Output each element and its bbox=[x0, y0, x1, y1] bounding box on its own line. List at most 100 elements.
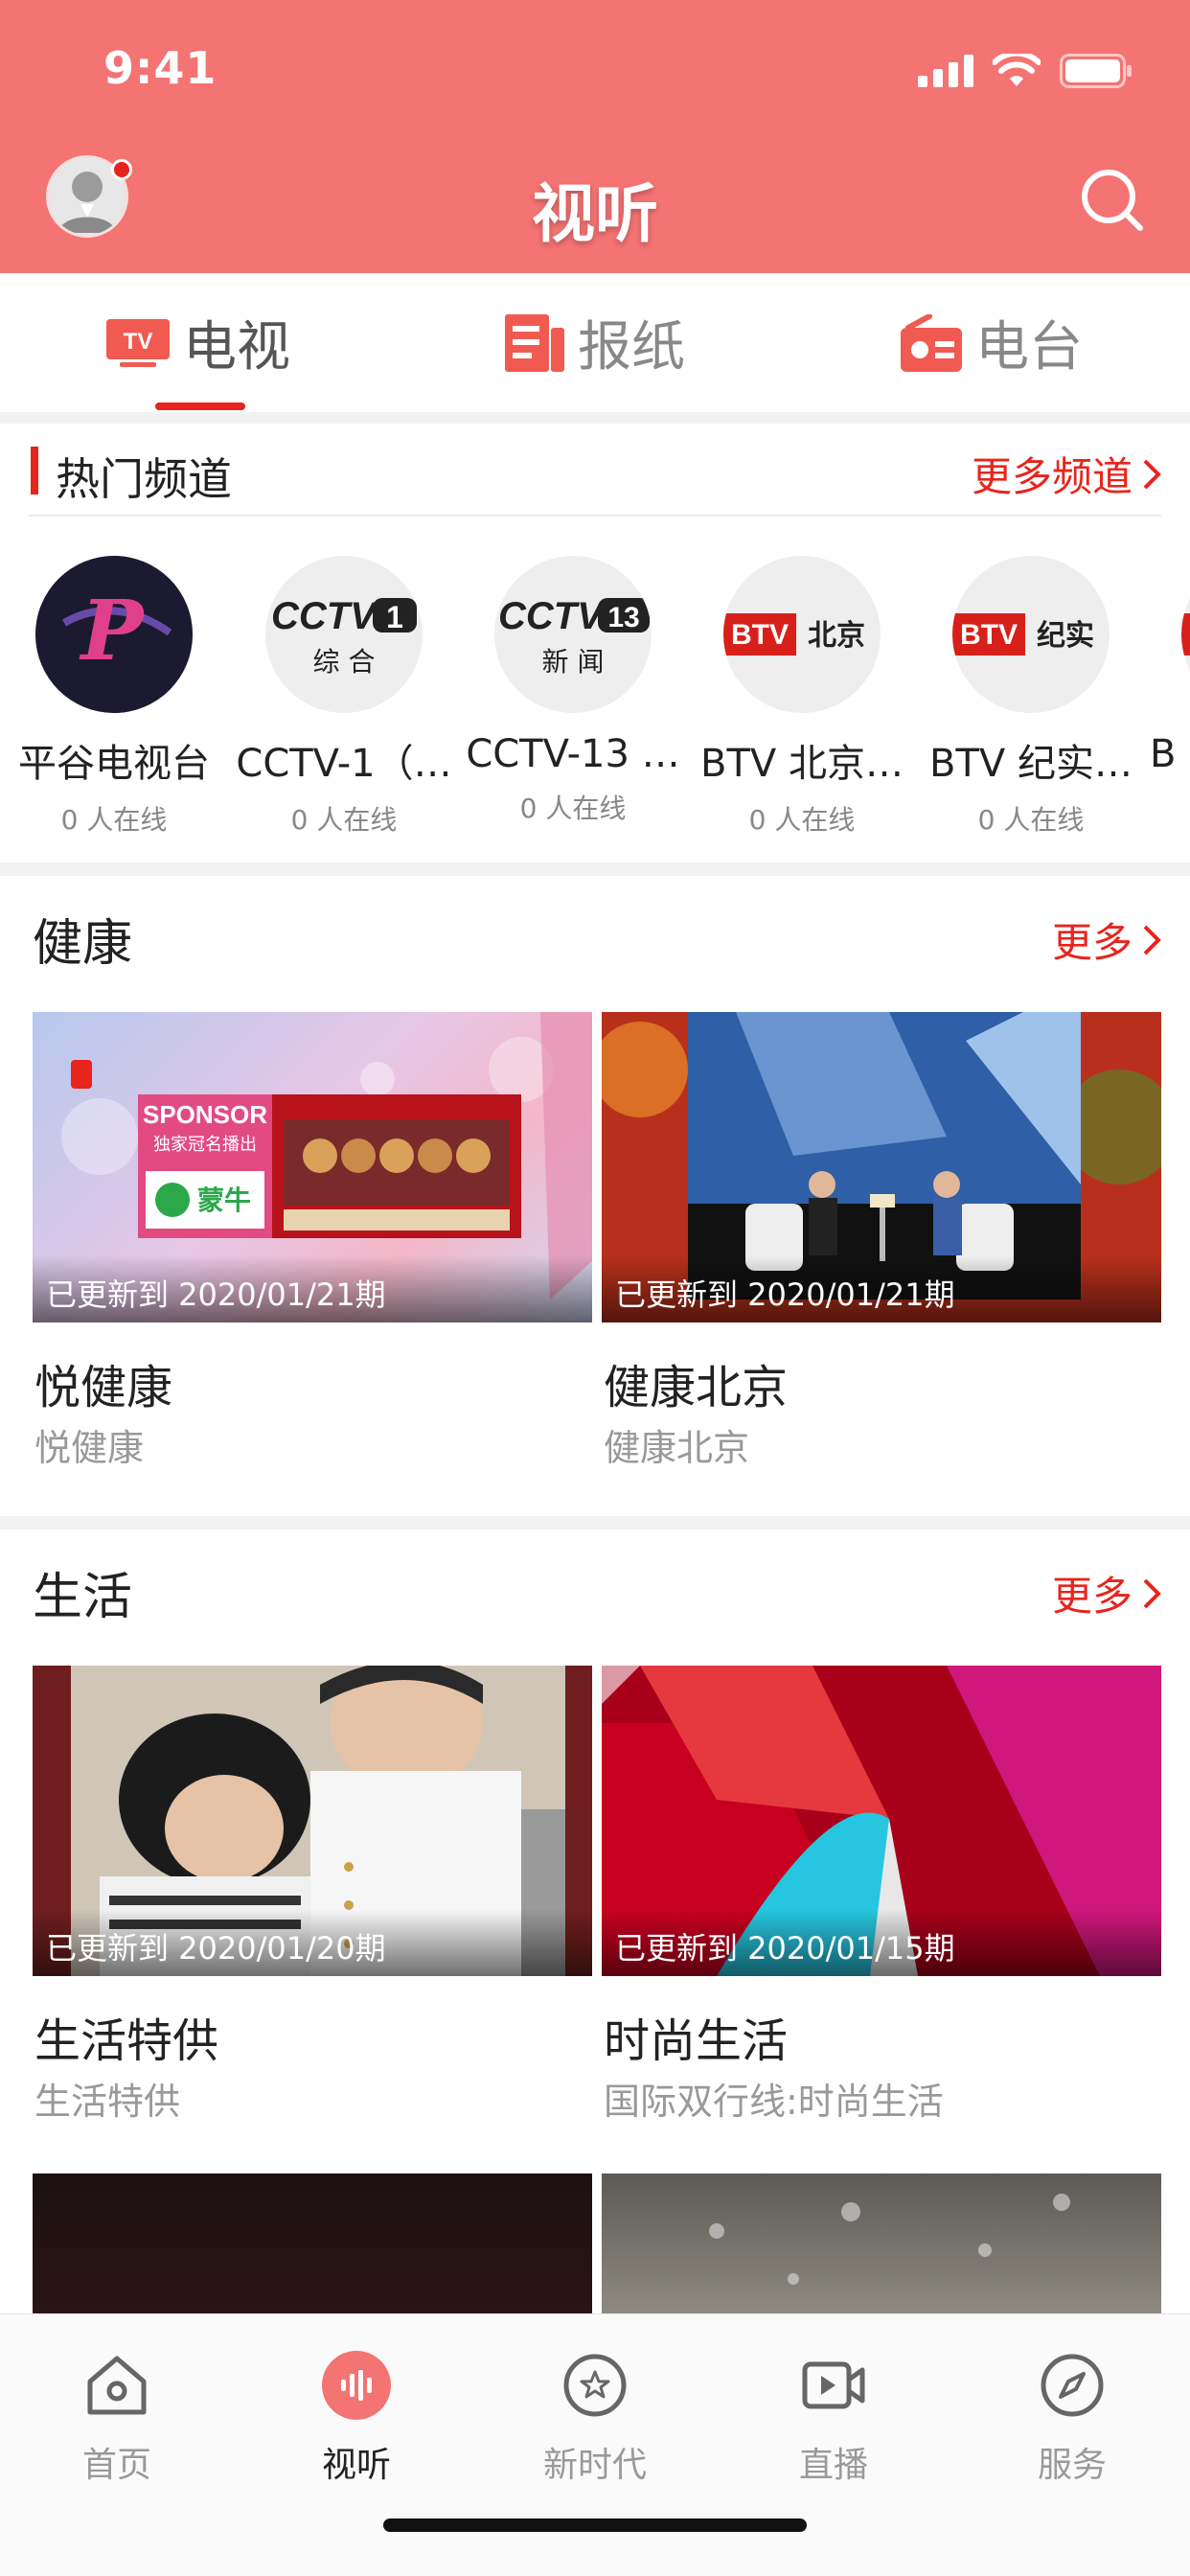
media-tabs: TV 电视 报纸 电台 bbox=[0, 273, 1190, 412]
section-health: 健康 更多 SPONSOR 独家冠名播出 蒙牛 已更新到 2020/01/21期… bbox=[0, 876, 1190, 1516]
page-title: 视听 bbox=[532, 177, 658, 251]
section-more-link[interactable]: 更多 bbox=[1052, 910, 1161, 969]
tabbar-label: 直播 bbox=[798, 2446, 868, 2485]
svg-text:综 合: 综 合 bbox=[313, 646, 376, 678]
svg-text:P: P bbox=[79, 583, 146, 679]
radio-icon bbox=[901, 313, 962, 372]
channel-logo: CCTV 13 新 闻 bbox=[494, 556, 652, 713]
section-title: 健康 bbox=[33, 915, 133, 973]
channel-item[interactable]: CCTV 1 综 合 CCTV-1（… 0 人在线 bbox=[234, 556, 454, 838]
channel-logo bbox=[1181, 556, 1190, 713]
program-card[interactable]: 已更新到 2020/01/20期 生活特供 生活特供 bbox=[33, 1666, 592, 2145]
program-card[interactable]: 已更新到 2020/01/21期 健康北京 健康北京 bbox=[602, 1012, 1161, 1491]
program-card[interactable]: SPONSOR 独家冠名播出 蒙牛 已更新到 2020/01/21期 悦健康 悦… bbox=[33, 1012, 592, 1491]
tabbar-label: 视听 bbox=[321, 2446, 391, 2485]
svg-text:TV: TV bbox=[124, 329, 153, 355]
battery-icon bbox=[1060, 54, 1132, 88]
tabbar-label: 服务 bbox=[1037, 2446, 1107, 2485]
btv-documentary-logo: BTV 纪实 bbox=[952, 613, 1094, 656]
chevron-right-icon bbox=[1143, 1578, 1161, 1608]
program-card[interactable]: 已更新到 2020/01/15期 时尚生活 国际双行线:时尚生活 bbox=[602, 1666, 1161, 2145]
tab-tv[interactable]: TV 电视 bbox=[0, 273, 397, 412]
divider bbox=[29, 515, 1161, 517]
newspaper-icon bbox=[505, 313, 564, 372]
svg-text:SPONSOR: SPONSOR bbox=[143, 1100, 267, 1129]
program-title: 生活特供 bbox=[34, 2014, 219, 2068]
program-title: 时尚生活 bbox=[604, 2014, 789, 2068]
svg-text:13: 13 bbox=[607, 602, 639, 633]
cctv1-logo: CCTV 1 综 合 bbox=[271, 595, 417, 678]
tab-tv-label: 电视 bbox=[183, 316, 290, 379]
channel-item[interactable]: BTV 北京 BTV 北京… 0 人在线 bbox=[692, 556, 912, 838]
svg-text:BTV: BTV bbox=[960, 619, 1018, 651]
more-label: 更多 bbox=[1051, 919, 1133, 966]
tab-radio[interactable]: 电台 bbox=[793, 273, 1190, 412]
program-thumbnail bbox=[602, 2174, 1161, 2313]
pinggu-tv-logo: P bbox=[35, 556, 193, 713]
channel-item[interactable]: BTV 纪实 BTV 纪实… 0 人在线 bbox=[921, 556, 1141, 838]
home-icon bbox=[87, 2356, 147, 2415]
tab-newspaper[interactable]: 报纸 bbox=[397, 273, 793, 412]
app-header: 9:41 视听 bbox=[0, 0, 1190, 273]
svg-text:北京: 北京 bbox=[808, 619, 865, 653]
tabbar-item-services[interactable]: 服务 bbox=[976, 2351, 1168, 2487]
channel-logo: BTV 纪实 bbox=[952, 556, 1110, 713]
svg-text:蒙牛: 蒙牛 bbox=[197, 1184, 251, 1216]
program-thumbnail: 已更新到 2020/01/20期 bbox=[33, 1666, 592, 1976]
svg-text:CCTV: CCTV bbox=[498, 595, 606, 637]
program-title: 悦健康 bbox=[34, 1361, 173, 1414]
program-thumbnail: 已更新到 2020/01/15期 bbox=[602, 1666, 1161, 1976]
wifi-icon bbox=[993, 54, 1041, 86]
tabbar-label: 新时代 bbox=[542, 2446, 647, 2485]
hot-channels-header: 热门频道 更多频道 bbox=[0, 424, 1190, 517]
tabbar-item-new-era[interactable]: 新时代 bbox=[499, 2351, 691, 2487]
tabbar-item-home[interactable]: 首页 bbox=[21, 2351, 213, 2487]
svg-text:独家冠名播出: 独家冠名播出 bbox=[153, 1135, 257, 1155]
active-tab-indicator bbox=[155, 402, 245, 410]
program-subtitle: 国际双行线:时尚生活 bbox=[604, 2081, 944, 2123]
more-channels-label: 更多频道 bbox=[971, 453, 1133, 500]
program-title: 健康北京 bbox=[604, 1361, 789, 1414]
chevron-right-icon bbox=[1143, 459, 1161, 489]
tabbar-label: 首页 bbox=[81, 2446, 151, 2485]
star-circle-icon bbox=[563, 2354, 627, 2417]
channel-name: BTV 北京… bbox=[700, 742, 904, 786]
channel-name: B bbox=[1150, 732, 1177, 776]
more-label: 更多 bbox=[1051, 1573, 1133, 1620]
channel-name: CCTV-13 … bbox=[466, 732, 680, 776]
tabbar-item-live[interactable]: 直播 bbox=[738, 2351, 929, 2487]
channel-item[interactable]: B bbox=[1150, 556, 1190, 776]
signal-icon bbox=[918, 55, 973, 87]
partial-channel-logo bbox=[1181, 613, 1190, 656]
section-life: 生活 更多 已更新到 2020/01/20期 生活特供 生活特供 已更新到 20… bbox=[0, 1530, 1190, 2313]
bottom-tab-bar: 首页 视听 新时代 直播 服务 bbox=[0, 2313, 1190, 2576]
home-indicator bbox=[383, 2518, 807, 2532]
program-card[interactable] bbox=[33, 2174, 592, 2313]
channel-online-count: 0 人在线 bbox=[977, 804, 1085, 836]
channel-name: 平谷电视台 bbox=[18, 742, 210, 786]
status-time: 9:41 bbox=[103, 42, 217, 94]
program-subtitle: 生活特供 bbox=[34, 2081, 181, 2123]
update-caption: 已更新到 2020/01/20期 bbox=[33, 1909, 592, 1976]
program-thumbnail: SPONSOR 独家冠名播出 蒙牛 已更新到 2020/01/21期 bbox=[33, 1012, 592, 1322]
thumbnail-art bbox=[709, 2194, 1070, 2285]
tabbar-item-audio-video[interactable]: 视听 bbox=[261, 2351, 452, 2487]
channel-logo: P bbox=[35, 556, 193, 713]
channel-item[interactable]: CCTV 13 新 闻 CCTV-13 … 0 人在线 bbox=[463, 556, 683, 826]
program-card[interactable] bbox=[602, 2174, 1161, 2313]
more-channels-link[interactable]: 更多频道 bbox=[972, 445, 1161, 503]
section-title: 生活 bbox=[33, 1569, 133, 1626]
channel-online-count: 0 人在线 bbox=[290, 804, 398, 836]
channel-logo: CCTV 1 综 合 bbox=[265, 556, 423, 713]
status-bar: 9:41 bbox=[0, 0, 1190, 144]
channel-item[interactable]: P 平谷电视台 0 人在线 bbox=[4, 556, 224, 838]
svg-text:1: 1 bbox=[386, 600, 403, 634]
program-thumbnail: 已更新到 2020/01/21期 bbox=[602, 1012, 1161, 1322]
search-icon[interactable] bbox=[1077, 165, 1146, 234]
svg-text:CCTV: CCTV bbox=[271, 595, 378, 637]
section-more-link[interactable]: 更多 bbox=[1052, 1564, 1161, 1622]
program-subtitle: 悦健康 bbox=[34, 1427, 145, 1469]
section-accent-bar bbox=[31, 447, 38, 494]
program-subtitle: 健康北京 bbox=[604, 1427, 750, 1469]
channel-logo: BTV 北京 bbox=[723, 556, 881, 713]
